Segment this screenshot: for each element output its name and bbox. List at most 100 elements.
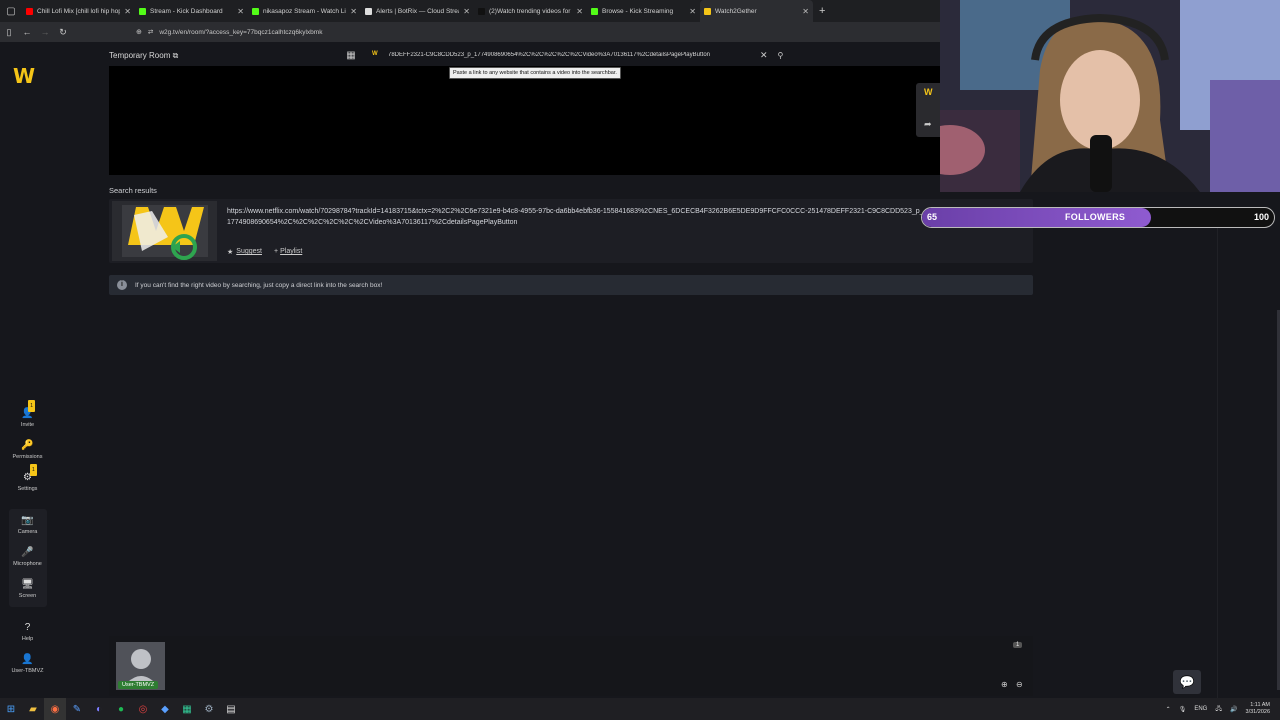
result-thumbnail[interactable] xyxy=(112,201,217,261)
steam-icon[interactable]: ⚙ xyxy=(198,698,220,720)
search-icon[interactable]: ⚲ xyxy=(778,51,784,60)
sidebar-item-label: Help xyxy=(21,636,34,642)
info-icon: i xyxy=(117,280,127,290)
tab-close-icon[interactable]: ✕ xyxy=(237,7,244,16)
tab-label: nikasapoz Stream - Watch Live xyxy=(263,7,347,15)
app-icon[interactable]: ◆ xyxy=(154,698,176,720)
sidebar-item-settings[interactable]: ⚙ 1 Settings xyxy=(0,464,55,492)
info-text: If you can't find the right video by sea… xyxy=(135,281,383,289)
sidebar-item-label: Permissions xyxy=(12,454,43,460)
system-tray: ⌃ 🎙 ENG 🖧 🔊 1:11 AM 3/31/2026 xyxy=(1166,698,1270,720)
calculator-icon[interactable]: ▦ xyxy=(176,698,198,720)
sidebar-item-help[interactable]: ? Help xyxy=(0,622,55,642)
tune-icon[interactable]: ⇄ xyxy=(148,28,153,36)
sidebar-item-permissions[interactable]: 🔑 Permissions xyxy=(0,440,55,460)
tab-close-icon[interactable]: ✕ xyxy=(576,7,583,16)
taskbar: ⊞ ▰ ◉ ✎ ◐ ● ◎ ◆ ▦ ⚙ ▤ ⌃ 🎙 ENG 🖧 🔊 1:11 A… xyxy=(0,698,1280,720)
playlist-label: Playlist xyxy=(280,248,303,255)
browser-tab[interactable]: Chill Lofi Mix [chill lofi hip hop ✕ xyxy=(22,0,135,22)
clock-date: 3/31/2026 xyxy=(1245,709,1270,715)
followers-goal-bar: 65 FOLLOWERS 100 xyxy=(921,207,1275,228)
result-url[interactable]: https://www.netflix.com/watch/70298784?t… xyxy=(227,206,927,228)
browser-tab[interactable]: Watch2Gether ✕ xyxy=(700,0,813,22)
zoom-in-icon[interactable]: ⊕ xyxy=(1001,680,1008,689)
browser-tab[interactable]: nikasapoz Stream - Watch Live ✕ xyxy=(248,0,361,22)
copy-icon[interactable]: ⧉ xyxy=(173,51,179,60)
apps-grid-icon[interactable]: ▦ xyxy=(340,50,362,61)
file-explorer-icon[interactable]: ▰ xyxy=(22,698,44,720)
tab-actions-icon[interactable]: ▢ xyxy=(0,0,22,22)
tab-close-icon[interactable]: ✕ xyxy=(124,7,131,16)
add-user-icon: 👤 1 xyxy=(21,400,36,420)
sidebar-item-user-tbmvz[interactable]: 👤 User-TBMVZ xyxy=(0,654,55,674)
clock[interactable]: 1:11 AM 3/31/2026 xyxy=(1246,702,1270,716)
tab-label: Watch2Gether xyxy=(715,7,757,15)
w2g-small-logo-icon: W xyxy=(924,87,933,97)
followers-label: FOLLOWERS xyxy=(1065,212,1126,222)
close-icon[interactable]: ✕ xyxy=(760,50,768,61)
user-name-badge: User-TBMVZ xyxy=(118,681,159,689)
notepad-icon[interactable]: ▤ xyxy=(220,698,242,720)
address-bar: ▯ ← → ↻ ⊕ ⇄ w2g.tv/en/room/?access_key=7… xyxy=(0,22,940,42)
notification-badge: 1 xyxy=(28,400,36,412)
suggest-button[interactable]: ★ Suggest xyxy=(227,248,262,256)
tab-close-icon[interactable]: ✕ xyxy=(689,7,696,16)
info-banner: i If you can't find the right video by s… xyxy=(109,275,1033,295)
search-input[interactable] xyxy=(372,47,752,63)
camera-icon: 📷 xyxy=(21,515,34,526)
room-title[interactable]: Temporary Room ⧉ xyxy=(109,51,178,61)
player-side-panel: W ➦ xyxy=(916,83,940,137)
tab-close-icon[interactable]: ✕ xyxy=(350,7,357,16)
add-to-playlist-button[interactable]: + Playlist xyxy=(274,248,302,255)
tab-favicon-icon xyxy=(252,7,259,15)
tab-close-icon[interactable]: ✕ xyxy=(802,7,809,16)
browser-tab[interactable]: Alerts | BotRix — Cloud Stream ✕ xyxy=(361,0,474,22)
panel-divider xyxy=(1217,228,1218,698)
tab-label: Chill Lofi Mix [chill lofi hip hop xyxy=(37,7,121,15)
pen-icon[interactable]: ✎ xyxy=(66,698,88,720)
back-button[interactable]: ← xyxy=(18,27,36,37)
reload-button[interactable]: ↻ xyxy=(54,27,72,38)
volume-icon[interactable]: 🔊 xyxy=(1230,706,1237,713)
browser-tab[interactable]: Browse - Kick Streaming ✕ xyxy=(587,0,700,22)
chevron-up-icon[interactable]: ⌃ xyxy=(1166,706,1171,713)
w2g-logo[interactable]: W xyxy=(13,64,43,88)
clock-time: 1:11 AM xyxy=(1250,702,1270,708)
sidebar-item-microphone[interactable]: 🎤 Microphone xyxy=(0,547,55,567)
spotify-icon[interactable]: ● xyxy=(110,698,132,720)
tab-label: (2)Watch trending videos for y xyxy=(489,7,573,15)
user-count-badge: 1 xyxy=(1013,642,1023,648)
sidebar-item-label: User-TBMVZ xyxy=(11,668,44,674)
sidebar-toggle-icon[interactable]: ▯ xyxy=(0,27,18,38)
browser-tab[interactable]: Stream - Kick Dashboard ✕ xyxy=(135,0,248,22)
browser-tab[interactable]: (2)Watch trending videos for y ✕ xyxy=(474,0,587,22)
new-tab-button[interactable]: + xyxy=(819,5,825,17)
site-info-icon[interactable]: ⊕ xyxy=(136,28,142,36)
sidebar-item-label: Camera xyxy=(17,529,38,535)
start-icon[interactable]: ⊞ xyxy=(0,698,22,720)
suggest-label: Suggest xyxy=(236,248,262,255)
chat-icon: 💬 xyxy=(1179,675,1195,689)
share-icon[interactable]: ➦ xyxy=(924,119,932,130)
language-indicator[interactable]: ENG xyxy=(1194,706,1207,712)
url-field[interactable]: ⊕ ⇄ w2g.tv/en/room/?access_key=77bqcz1ca… xyxy=(136,28,322,37)
webcam-overlay xyxy=(940,0,1280,192)
help-icon: ? xyxy=(24,622,31,633)
chat-button[interactable]: 💬 xyxy=(1173,670,1201,694)
firefox-icon[interactable]: ◉ xyxy=(44,698,66,720)
tab-close-icon[interactable]: ✕ xyxy=(463,7,470,16)
search-result-item[interactable]: https://www.netflix.com/watch/70298784?t… xyxy=(109,199,1033,263)
network-icon[interactable]: 🖧 xyxy=(1215,704,1222,714)
obs-icon[interactable]: ◎ xyxy=(132,698,154,720)
gear-icon: ⚙ 1 xyxy=(23,464,37,484)
sidebar-item-camera[interactable]: 📷 Camera xyxy=(0,515,55,535)
permissions-icon: 🔑 xyxy=(21,440,34,451)
zoom-out-icon[interactable]: ⊖ xyxy=(1016,680,1023,689)
microphone-tray-icon[interactable]: 🎙 xyxy=(1179,706,1187,713)
sidebar-item-label: Settings xyxy=(17,486,38,492)
sidebar-item-invite[interactable]: 👤 1 Invite xyxy=(0,400,55,428)
sidebar-item-screen[interactable]: 🖥 Screen xyxy=(0,579,55,599)
forward-button[interactable]: → xyxy=(36,27,54,37)
video-player[interactable] xyxy=(109,66,940,175)
discord-icon[interactable]: ◐ xyxy=(88,698,110,720)
